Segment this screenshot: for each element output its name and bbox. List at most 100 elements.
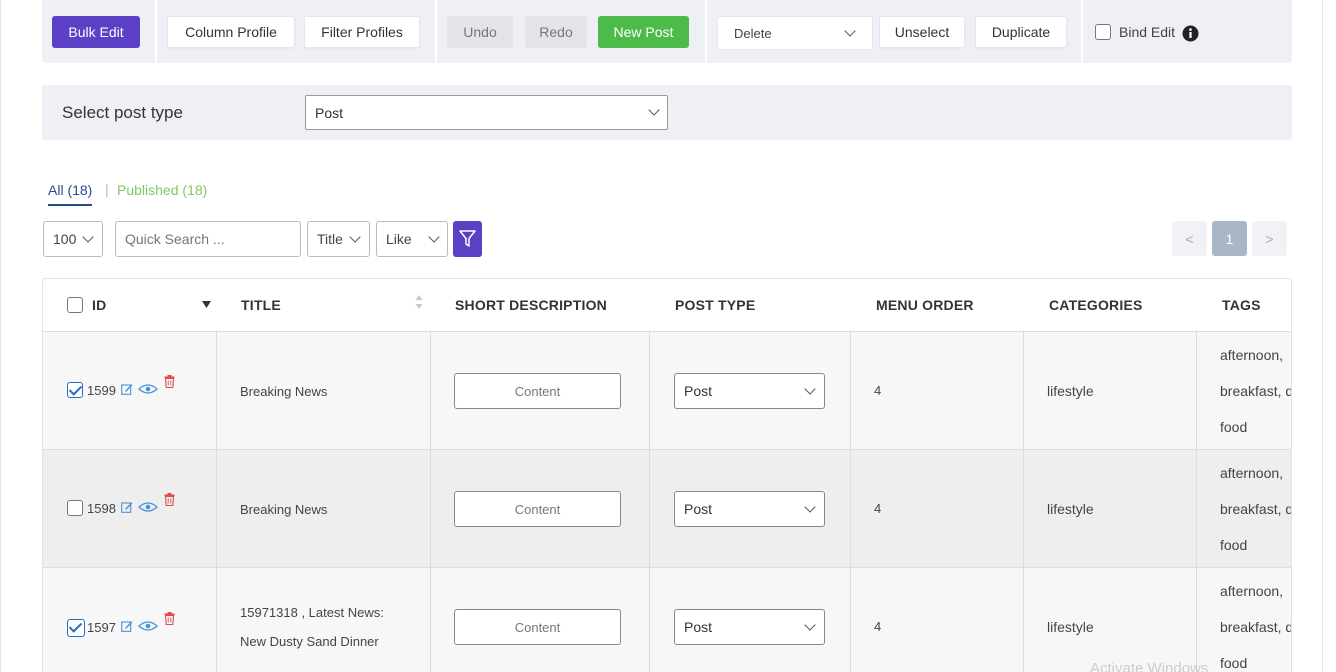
trash-icon[interactable] — [164, 493, 175, 506]
bulk-action-select[interactable]: Delete — [717, 16, 873, 50]
trash-icon[interactable] — [164, 612, 175, 625]
undo-button[interactable]: Undo — [447, 16, 513, 48]
redo-button[interactable]: Redo — [525, 16, 587, 48]
column-divider — [1023, 332, 1024, 450]
view-icon[interactable] — [138, 501, 158, 513]
funnel-icon — [459, 230, 476, 247]
post-type-select[interactable]: Post — [305, 95, 668, 130]
bind-edit-label: Bind Edit — [1119, 24, 1176, 40]
column-divider — [216, 450, 217, 568]
edit-icon[interactable] — [121, 620, 133, 632]
post-type-row-select[interactable]: Post — [674, 491, 825, 527]
column-divider — [1023, 568, 1024, 672]
filter-profiles-button[interactable]: Filter Profiles — [304, 16, 420, 48]
search-operator-select[interactable]: Like — [376, 221, 448, 257]
column-header-post-type[interactable]: POST TYPE — [675, 279, 755, 331]
view-icon[interactable] — [138, 383, 158, 395]
posts-table: ID TITLE SHORT DESCRIPTION POST TYPE MEN… — [42, 278, 1292, 672]
bulk-edit-button[interactable]: Bulk Edit — [52, 16, 140, 48]
info-icon[interactable] — [1182, 25, 1199, 42]
sort-desc-icon[interactable] — [202, 301, 211, 308]
select-all-checkbox[interactable] — [67, 297, 83, 313]
row-checkbox[interactable] — [67, 382, 83, 398]
view-icon[interactable] — [138, 620, 158, 632]
row-tag-line: food — [1220, 655, 1248, 671]
short-description-button[interactable]: Content — [454, 491, 621, 527]
sort-icon[interactable] — [415, 294, 423, 310]
row-checkbox[interactable] — [67, 619, 85, 637]
row-title-line: Breaking News — [240, 502, 328, 517]
column-divider — [649, 568, 650, 672]
toolbar: Bulk Edit Column Profile Filter Profiles… — [42, 0, 1292, 63]
row-title-line: New Dusty Sand Dinner — [240, 634, 379, 649]
per-page-value: 100 — [53, 231, 77, 247]
column-divider — [430, 568, 431, 672]
page-1-button[interactable]: 1 — [1212, 221, 1247, 256]
chevron-down-icon — [82, 231, 94, 243]
column-header-categories[interactable]: CATEGORIES — [1049, 279, 1143, 331]
row-menu-order: 4 — [874, 501, 882, 516]
column-divider — [649, 450, 650, 568]
short-description-button[interactable]: Content — [454, 609, 621, 645]
quick-search-input[interactable] — [115, 221, 301, 257]
column-header-menu-order[interactable]: MENU ORDER — [876, 279, 974, 331]
column-header-title[interactable]: TITLE — [241, 279, 281, 331]
chevron-down-icon — [804, 501, 816, 513]
row-id: 1599 — [87, 383, 116, 398]
column-header-tags[interactable]: TAGS — [1222, 279, 1261, 331]
edit-icon[interactable] — [121, 383, 133, 395]
table-row[interactable]: 1599 Breaking News Content Post 4 lifest… — [43, 332, 1292, 450]
row-menu-order: 4 — [874, 383, 882, 398]
short-description-button[interactable]: Content — [454, 373, 621, 409]
per-page-select[interactable]: 100 — [43, 221, 103, 257]
row-categories: lifestyle — [1047, 383, 1094, 399]
column-divider — [216, 568, 217, 672]
toolbar-separator — [705, 0, 707, 63]
row-tag-line: food — [1220, 419, 1248, 435]
row-tag-line: afternoon, — [1220, 347, 1284, 363]
new-post-button[interactable]: New Post — [598, 16, 689, 48]
column-divider — [1023, 450, 1024, 568]
unselect-button[interactable]: Unselect — [879, 16, 965, 48]
row-menu-order: 4 — [874, 619, 882, 634]
table-row[interactable]: 1598 Breaking News Content Post 4 lifest… — [43, 450, 1292, 568]
duplicate-button[interactable]: Duplicate — [975, 16, 1067, 48]
table-row[interactable]: 1597 15971318 , Latest News: New Dusty S… — [43, 568, 1291, 672]
filter-button[interactable] — [453, 221, 482, 257]
row-tag-line: breakfast, d — [1220, 383, 1292, 399]
row-title-line: Breaking News — [240, 384, 328, 399]
column-divider — [1196, 568, 1197, 672]
next-page-button[interactable]: > — [1252, 221, 1287, 256]
toolbar-separator — [155, 0, 157, 63]
column-divider — [430, 450, 431, 568]
bind-edit-checkbox[interactable] — [1095, 24, 1111, 40]
tab-all[interactable]: All (18) — [48, 182, 93, 206]
chevron-down-icon — [804, 619, 816, 631]
post-type-label: Select post type — [62, 103, 183, 122]
post-type-row-select[interactable]: Post — [674, 609, 825, 645]
column-divider — [216, 332, 217, 450]
bulk-action-value: Delete — [734, 25, 772, 41]
toolbar-separator — [1081, 0, 1083, 63]
prev-page-button[interactable]: < — [1172, 221, 1207, 256]
post-type-row-select[interactable]: Post — [674, 373, 825, 409]
row-checkbox[interactable] — [67, 500, 83, 516]
row-title-line: 15971318 , Latest News: — [240, 605, 384, 620]
tab-separator: | — [105, 181, 109, 197]
tab-published[interactable]: Published (18) — [117, 182, 207, 198]
column-header-short-description[interactable]: SHORT DESCRIPTION — [455, 279, 607, 331]
page: Bulk Edit Column Profile Filter Profiles… — [0, 0, 1336, 672]
trash-icon[interactable] — [164, 375, 175, 388]
row-tag-line: breakfast, d — [1220, 501, 1292, 517]
edit-icon[interactable] — [121, 501, 133, 513]
chevron-down-icon — [648, 104, 660, 116]
row-categories: lifestyle — [1047, 501, 1094, 517]
toolbar-separator — [435, 0, 437, 63]
column-profile-button[interactable]: Column Profile — [167, 16, 295, 48]
row-post-type-value: Post — [684, 383, 713, 399]
column-header-id[interactable]: ID — [92, 279, 106, 331]
column-divider — [850, 450, 851, 568]
search-field-select[interactable]: Title — [307, 221, 370, 257]
column-divider — [1196, 332, 1197, 450]
post-type-bar: Select post type Post — [42, 85, 1292, 140]
